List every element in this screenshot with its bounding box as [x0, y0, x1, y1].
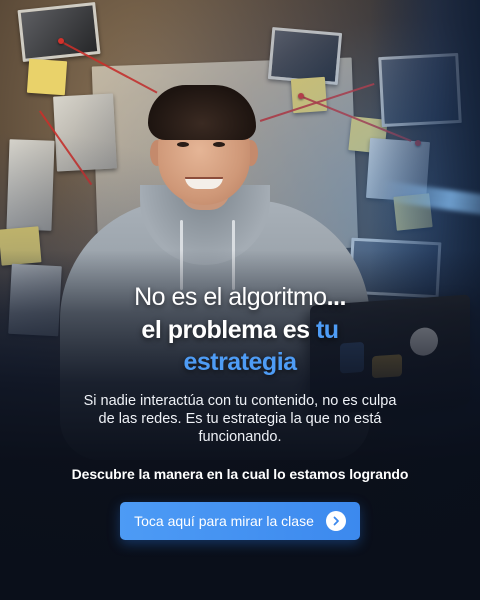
headline-line-1: No es el algoritmo...	[0, 280, 480, 314]
smile	[185, 177, 223, 189]
cta-lead-text: Descubre la manera en la cual lo estamos…	[71, 466, 409, 482]
watch-class-button[interactable]: Toca aquí para mirar la clase	[120, 502, 360, 540]
eye	[213, 142, 225, 147]
headline-line-1-text: No es el algoritmo	[134, 283, 327, 311]
eye	[177, 142, 189, 147]
chevron-right-circle-icon	[325, 511, 346, 531]
copy-block: No es el algoritmo... el problema es tu …	[0, 280, 480, 482]
hair	[148, 85, 256, 140]
headline-ellipsis: ...	[326, 283, 347, 311]
promo-card: No es el algoritmo... el problema es tu …	[0, 0, 480, 600]
headline-line-2: el problema es tu	[0, 314, 480, 346]
headline-accent-tu: tu	[315, 316, 339, 344]
headline-line-2-text: el problema es	[141, 316, 316, 344]
chevron-right-icon	[333, 516, 339, 526]
headline-accent-estrategia: estrategia	[183, 348, 297, 376]
watch-class-button-label: Toca aquí para mirar la clase	[134, 513, 314, 529]
body-text: Si nadie interactúa con tu contenido, no…	[83, 393, 397, 445]
